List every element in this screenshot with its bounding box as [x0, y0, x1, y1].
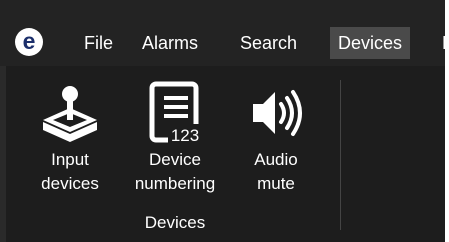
device-numbering-label-1: Device	[149, 150, 201, 169]
list-numbering-icon: 123	[149, 81, 202, 145]
speaker-icon	[253, 90, 302, 136]
app-logo-icon[interactable]: e	[15, 28, 43, 56]
ribbon-group-label: Devices	[144, 213, 206, 232]
menu-devices[interactable]: Devices	[330, 27, 411, 59]
audio-mute-label-1: Audio	[254, 150, 298, 169]
menu-file[interactable]: File	[76, 27, 121, 59]
audio-mute-button[interactable]: Audio mute	[236, 78, 316, 196]
joystick-icon	[43, 86, 97, 142]
numbering-icon-digits: 123	[171, 126, 199, 145]
input-devices-label-2: devices	[41, 174, 99, 193]
menu-search[interactable]: Search	[232, 27, 305, 59]
input-devices-label-1: Input	[51, 150, 89, 169]
audio-mute-label-2: mute	[257, 174, 295, 193]
device-numbering-label-2: numbering	[134, 174, 216, 193]
window-edge	[445, 0, 449, 242]
menu-alarms[interactable]: Alarms	[134, 27, 206, 59]
group-separator	[340, 80, 341, 230]
input-devices-button[interactable]: Input devices	[20, 78, 120, 196]
left-edge-strip	[0, 66, 6, 242]
app-window: e File Alarms Search Devices F Input dev…	[0, 0, 449, 242]
device-numbering-button[interactable]: 123 Device numbering	[110, 78, 240, 196]
menu-bar: e File Alarms Search Devices F	[0, 0, 449, 66]
